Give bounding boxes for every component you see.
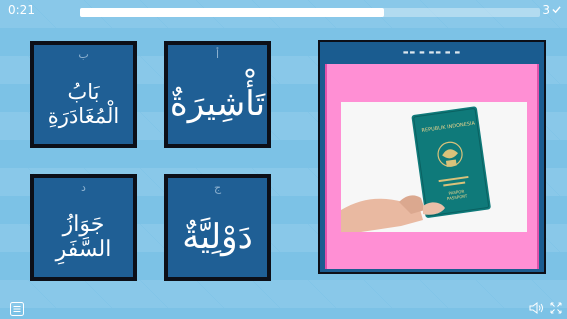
progress-bar [80,8,540,17]
panel-header: ▬▬ ▬ ▬▬ ▬ ▬ [402,48,462,56]
answer-card-d[interactable]: د جَوَازُ السَّفَرِ [30,174,137,281]
card-word: دَوْلِيَّةٌ [182,216,253,257]
menu-icon[interactable] [10,302,24,316]
card-word: بَابُ الْمُغَادَرَةِ [47,80,120,128]
top-bar: 0:21 3 [0,0,567,22]
score-value: 3 [542,3,550,17]
image-frame: REPUBLIK INDONESIA PASPOR PASSPORT [325,64,539,269]
score-counter: 3 [542,3,561,17]
fullscreen-icon[interactable] [550,302,562,314]
speaker-icon[interactable] [529,301,545,315]
question-image-panel: ▬▬ ▬ ▬▬ ▬ ▬ REPUBLIK INDONESIA PASPOR PA… [318,40,546,274]
passport-photo: REPUBLIK INDONESIA PASPOR PASSPORT [341,102,527,232]
card-word: تَأْشِيرَةٌ [169,83,266,124]
answer-card-a[interactable]: أ تَأْشِيرَةٌ [164,41,271,148]
card-letter: ج [213,181,222,194]
card-letter: أ [215,48,220,61]
timer: 0:21 [8,3,35,17]
card-letter: ب [78,48,89,61]
answer-card-c[interactable]: ج دَوْلِيَّةٌ [164,174,271,281]
card-letter: د [81,181,86,194]
progress-fill [80,8,384,17]
answer-card-b[interactable]: ب بَابُ الْمُغَادَرَةِ [30,41,137,148]
card-word: جَوَازُ السَّفَرِ [55,212,112,262]
check-icon [552,3,561,17]
